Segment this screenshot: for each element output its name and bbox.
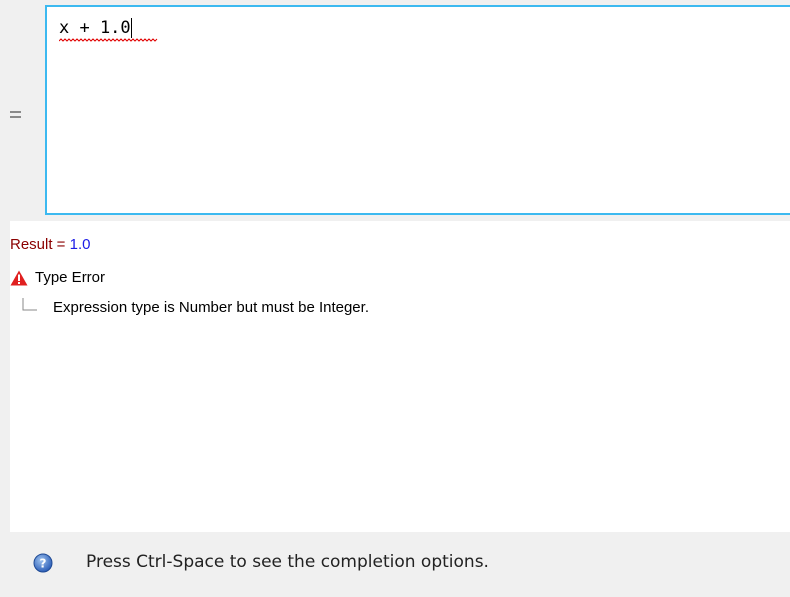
result-line: Result = 1.0 <box>10 236 90 254</box>
error-title: Type Error <box>35 269 106 286</box>
error-detail-text: Expression type is Number but must be In… <box>53 299 369 316</box>
expression-text: x + 1.0 <box>59 18 131 38</box>
editor-area: x + 1.0 <box>0 0 790 221</box>
results-panel: Result = 1.0 Type Error Expression type … <box>10 221 790 532</box>
svg-text:?: ? <box>40 557 47 571</box>
result-value: 1.0 <box>69 236 91 253</box>
error-squiggle <box>59 38 158 42</box>
status-message: Press Ctrl-Space to see the completion o… <box>86 552 489 572</box>
status-bar: ? Press Ctrl-Space to see the completion… <box>0 532 790 597</box>
text-caret <box>130 18 132 38</box>
info-icon: ? <box>33 553 53 573</box>
type-error-heading: Type Error <box>10 269 105 287</box>
result-label: Result = <box>10 236 70 253</box>
error-detail: Expression type is Number but must be In… <box>22 298 369 317</box>
tree-connector-icon <box>22 298 37 311</box>
warning-icon <box>10 270 28 286</box>
drag-handle-icon[interactable] <box>10 111 21 122</box>
expression-editor[interactable]: x + 1.0 <box>45 5 790 215</box>
expression-line[interactable]: x + 1.0 <box>59 18 132 38</box>
